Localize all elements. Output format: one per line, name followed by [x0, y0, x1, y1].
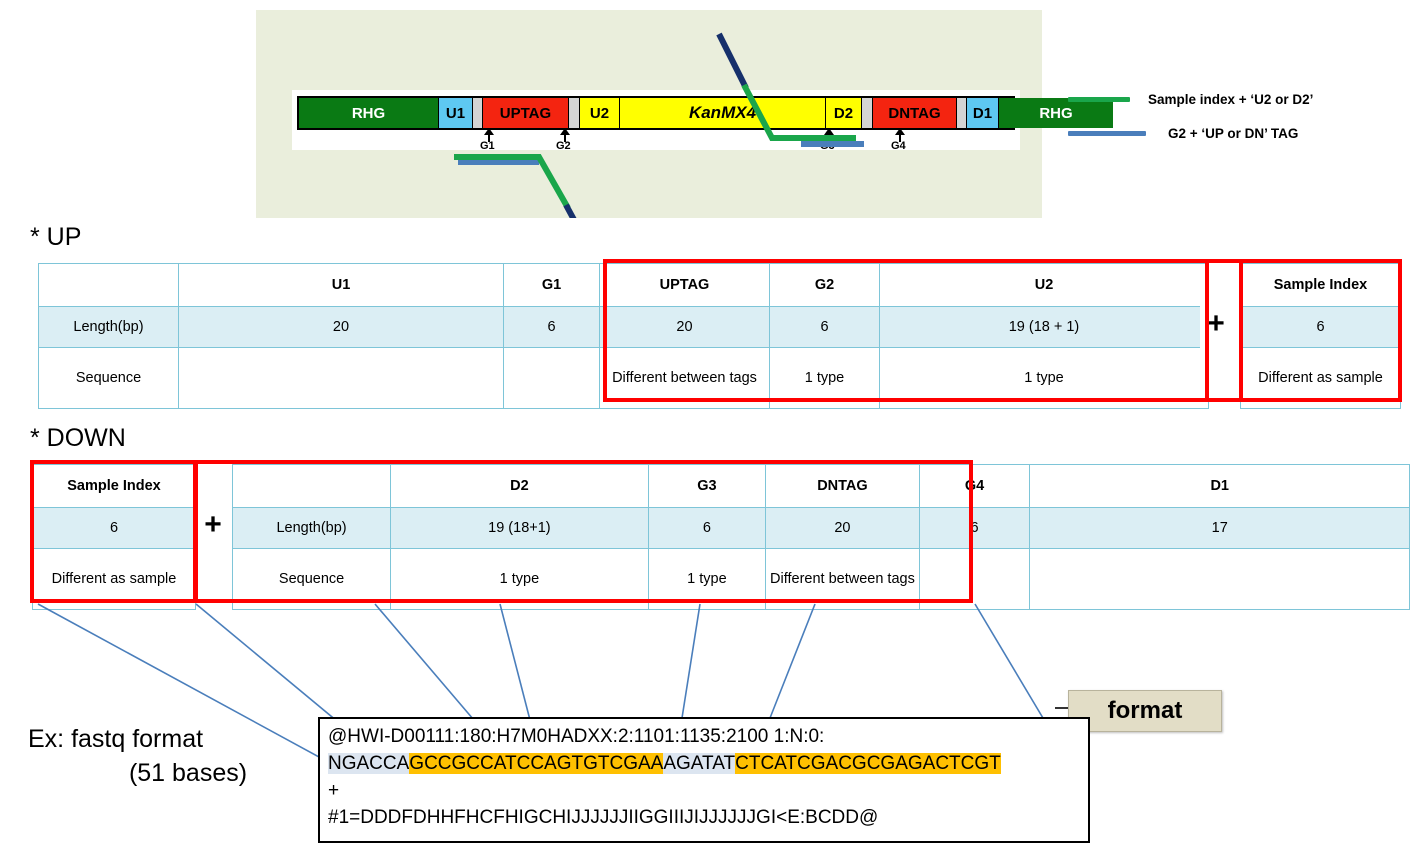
- connector-dntag: [769, 603, 816, 719]
- fastq-plus-line: +: [328, 780, 340, 801]
- down-col-g3: G3: [647, 464, 767, 508]
- up-col-g2: G2: [769, 263, 880, 307]
- down-sequence-row: Sequence 1 type 1 type Different between…: [231, 548, 1410, 610]
- down-length-row: Length(bp) 19 (18+1) 6 20 6 17: [231, 507, 1410, 549]
- up-sample-index-table: Sample Index 6 Different as sample: [1240, 263, 1401, 409]
- up-highlight-connector: [1205, 259, 1243, 263]
- fastq-header-line: @HWI-D00111:180:H7M0HADXX:2:1101:1135:21…: [328, 726, 825, 747]
- legend-item-green: Sample index + ‘U2 or D2’: [1068, 92, 1313, 107]
- connector-d2-right: [499, 603, 531, 721]
- up-sequence-row: Sequence Different between tags 1 type 1…: [38, 347, 1209, 409]
- up-sample-header-row: Sample Index: [1240, 263, 1401, 307]
- upper-read-green-arm: [741, 83, 856, 141]
- read-schematic-svg: [454, 32, 864, 218]
- legend: Sample index + ‘U2 or D2’ G2 + ‘UP or DN…: [1068, 88, 1408, 144]
- up-row-label-sequence: Sequence: [38, 347, 179, 409]
- example-label-line2: (51 bases): [128, 759, 248, 787]
- up-sample-index-length: 6: [1240, 306, 1401, 348]
- up-length-uptag: 20: [599, 306, 770, 348]
- fastq-seq-part-d2: GCCGCCATCCAGTGTCGAA: [409, 753, 664, 774]
- up-sample-sequence-row: Different as sample: [1240, 347, 1401, 409]
- up-header-row: U1 G1 UPTAG G2 U2: [38, 263, 1209, 307]
- up-col-blank: [38, 263, 179, 307]
- up-length-g1: 6: [503, 306, 600, 348]
- upper-read-darkblue-arm: [716, 32, 749, 90]
- up-section-title: * UP: [30, 223, 82, 251]
- down-header-row: D2 G3 DNTAG G4 D1: [231, 464, 1410, 508]
- legend-label-green: Sample index + ‘U2 or D2’: [1148, 92, 1314, 107]
- down-sample-index-sequence: Different as sample: [32, 548, 196, 610]
- up-highlight-connector-bottom: [1205, 398, 1243, 402]
- fastq-sequence-line: NGACCAGCCGCCATCCAGTGTCGAAAGATATCTCATCGAC…: [328, 750, 1082, 777]
- up-plus-sign: +: [1200, 296, 1232, 352]
- down-row-label-sequence: Sequence: [231, 548, 392, 610]
- up-table: U1 G1 UPTAG G2 U2 Length(bp) 20 6 20 6 1…: [38, 263, 1209, 409]
- up-sample-index-header: Sample Index: [1240, 263, 1401, 307]
- legend-label-blue: G2 + ‘UP or DN’ TAG: [1168, 126, 1299, 141]
- up-length-g2: 6: [769, 306, 880, 348]
- fastq-seq-part-dntag: CTCATCGACGCGAGACTCGT: [735, 753, 1001, 774]
- down-sequence-dntag: Different between tags: [765, 548, 920, 610]
- down-col-d1: D1: [1029, 464, 1410, 508]
- down-sequence-g4: [918, 548, 1031, 610]
- down-length-g3: 6: [647, 507, 767, 549]
- up-sample-length-row: 6: [1240, 306, 1401, 348]
- down-length-g4: 6: [918, 507, 1031, 549]
- construct-diagram-panel: RHGU1UPTAGU2KanMX4D2DNTAGD1RHG G1 G2 G3 …: [256, 10, 1113, 218]
- down-section-title: * DOWN: [30, 424, 126, 452]
- up-sequence-u2: 1 type: [879, 347, 1209, 409]
- up-length-u2: 19 (18 + 1): [879, 306, 1209, 348]
- up-col-u2: U2: [879, 263, 1209, 307]
- up-sequence-uptag: Different between tags: [599, 347, 770, 409]
- down-col-blank: [231, 464, 392, 508]
- up-length-row: Length(bp) 20 6 20 6 19 (18 + 1): [38, 306, 1209, 348]
- fastq-seq-part-sample-index: NGACCA: [328, 753, 410, 774]
- down-col-g4: G4: [918, 464, 1031, 508]
- down-sample-sequence-row: Different as sample: [32, 548, 196, 610]
- up-col-uptag: UPTAG: [599, 263, 770, 307]
- down-sample-length-row: 6: [32, 507, 196, 549]
- up-sequence-g2: 1 type: [769, 347, 880, 409]
- connector-g3: [681, 603, 701, 719]
- down-length-d1: 17: [1029, 507, 1410, 549]
- down-sample-header-row: Sample Index: [32, 464, 196, 508]
- up-col-u1: U1: [178, 263, 504, 307]
- up-col-g1: G1: [503, 263, 600, 307]
- example-label: Ex: fastq format (51 bases): [28, 722, 318, 790]
- down-sequence-d1: [1029, 548, 1410, 610]
- down-sequence-g3: 1 type: [647, 548, 767, 610]
- up-sequence-g1: [503, 347, 600, 409]
- up-length-u1: 20: [178, 306, 504, 348]
- example-label-line1: Ex: fastq format: [28, 725, 204, 753]
- down-plus-sign: +: [196, 497, 230, 553]
- down-sequence-d2: 1 type: [390, 548, 649, 610]
- down-row-label-length: Length(bp): [231, 507, 392, 549]
- up-sequence-u1: [178, 347, 504, 409]
- fastq-seq-part-g3: AGATAT: [663, 753, 736, 774]
- up-row-label-length: Length(bp): [38, 306, 179, 348]
- down-col-dntag: DNTAG: [765, 464, 920, 508]
- fastq-record-box: @HWI-D00111:180:H7M0HADXX:2:1101:1135:21…: [318, 717, 1090, 843]
- format-badge: format: [1068, 690, 1222, 732]
- legend-swatch-green: [1068, 97, 1130, 102]
- down-length-dntag: 20: [765, 507, 920, 549]
- up-sample-index-sequence: Different as sample: [1240, 347, 1401, 409]
- fastq-quality-line: #1=DDDFDHHFHCFHIGCHIJJJJJJIIGGIIIJIJJJJJ…: [328, 807, 879, 828]
- legend-swatch-blue: [1068, 131, 1146, 136]
- legend-item-blue: G2 + ‘UP or DN’ TAG: [1068, 126, 1298, 141]
- down-sample-index-header: Sample Index: [32, 464, 196, 508]
- down-sample-index-table: Sample Index 6 Different as sample: [32, 464, 196, 610]
- down-col-d2: D2: [390, 464, 649, 508]
- down-sample-index-length: 6: [32, 507, 196, 549]
- down-table: D2 G3 DNTAG G4 D1 Length(bp) 19 (18+1) 6…: [231, 464, 1410, 610]
- lower-read-darkblue-arm: [563, 203, 577, 218]
- down-length-d2: 19 (18+1): [390, 507, 649, 549]
